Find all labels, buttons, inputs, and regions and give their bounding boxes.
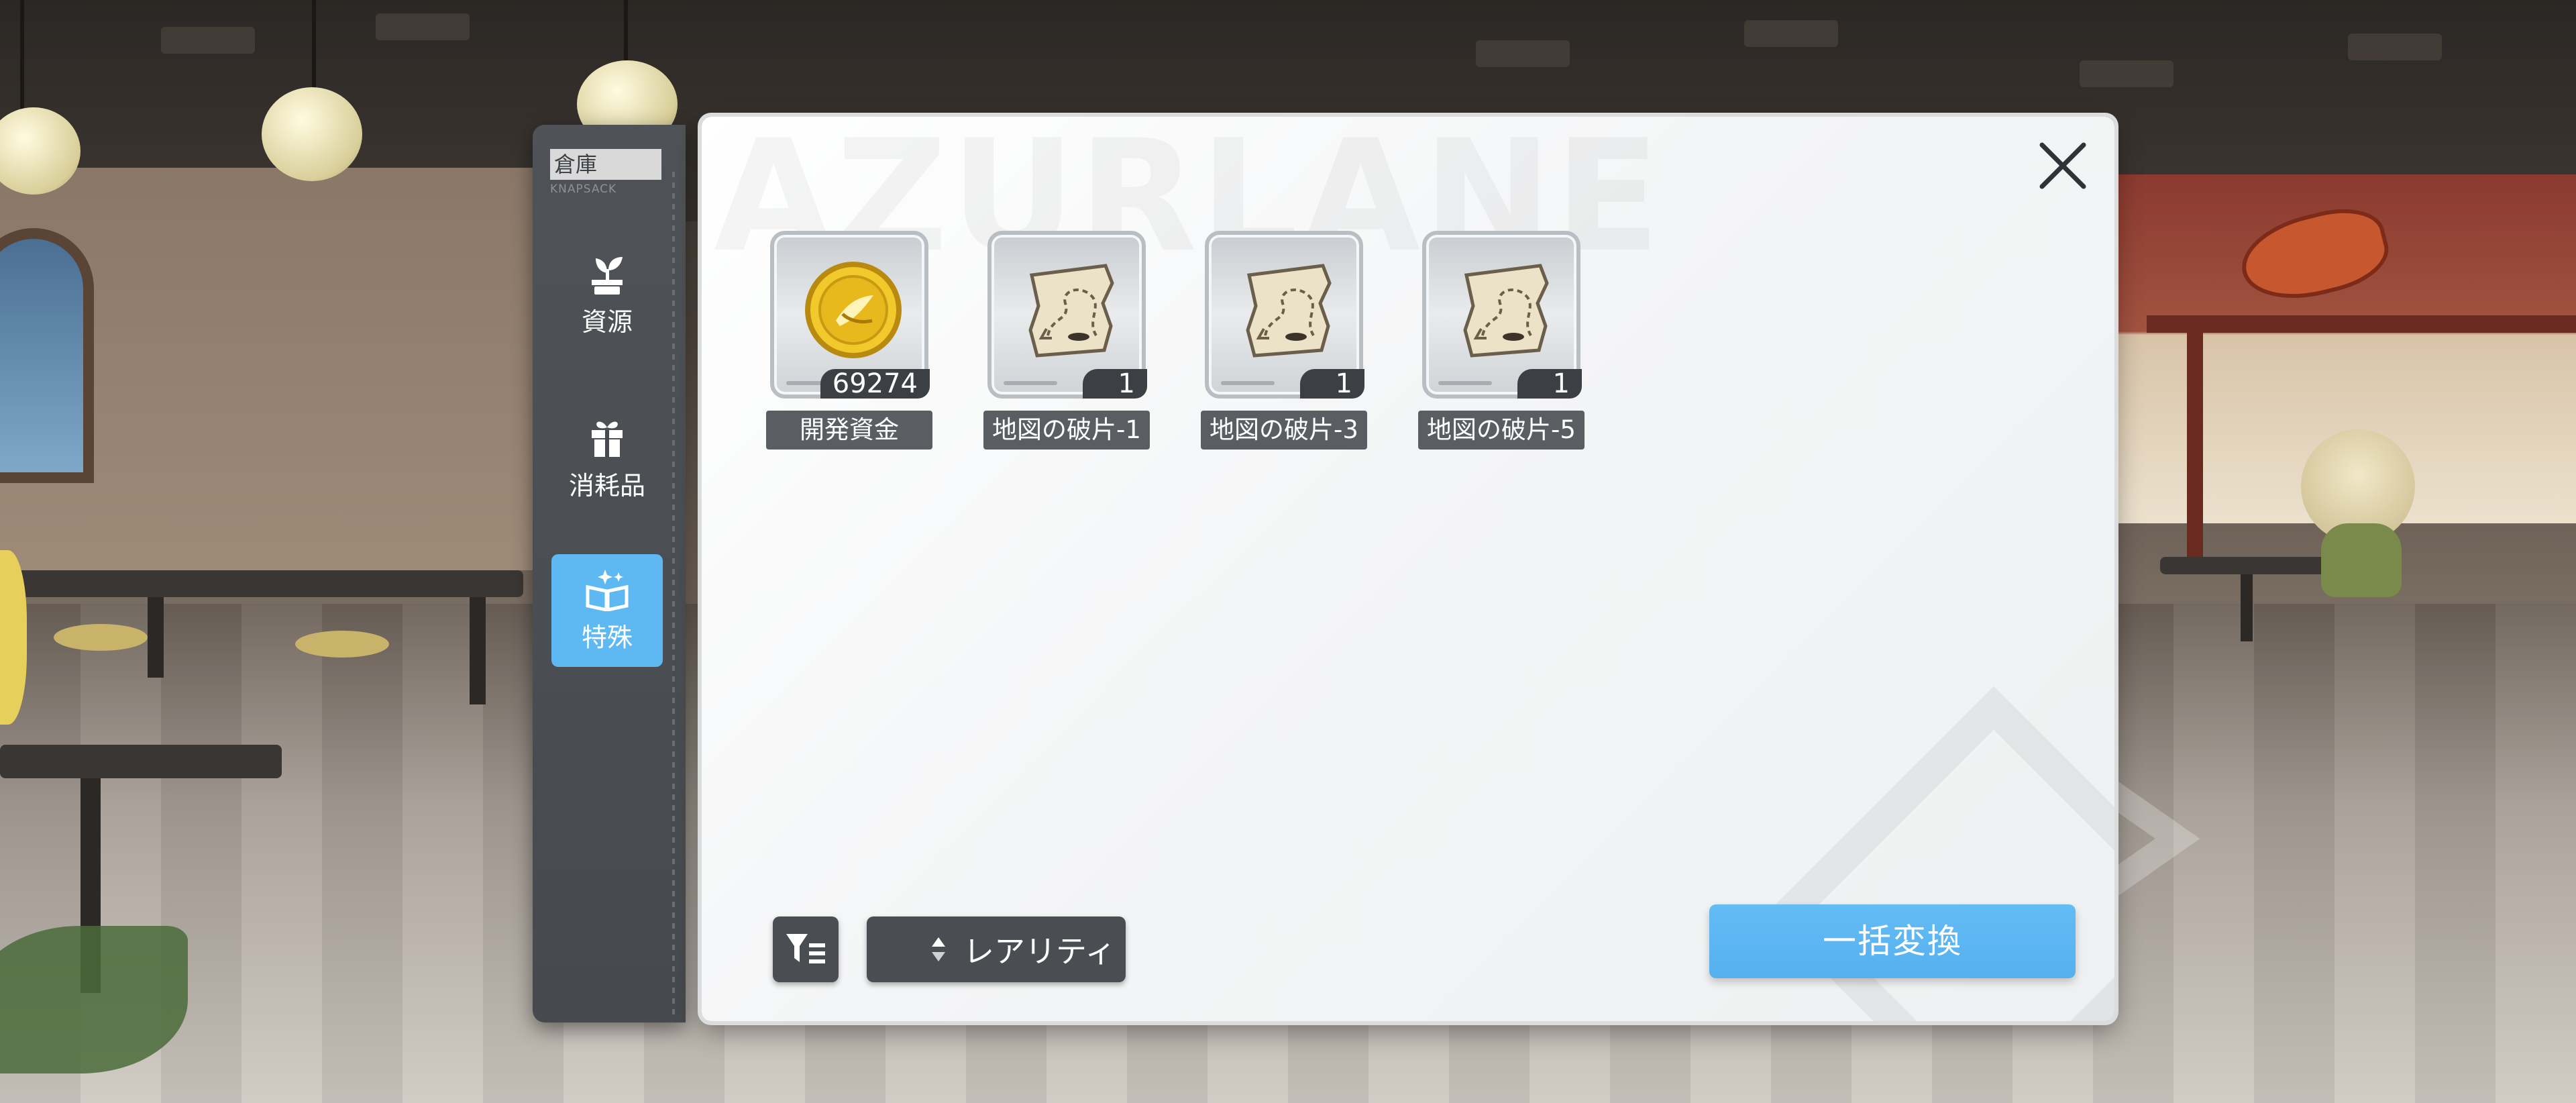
- table-leg: [470, 597, 486, 704]
- stool: [295, 631, 389, 658]
- table-leg: [148, 597, 164, 678]
- item-count: 1: [1517, 369, 1582, 399]
- arched-window: [0, 228, 94, 483]
- filter-list-icon: [786, 934, 825, 963]
- ceiling-lamp: [262, 87, 362, 181]
- item-name: 地図の破片-3: [1201, 411, 1367, 450]
- close-icon: [2039, 142, 2086, 189]
- ceiling-tile: [1744, 20, 1838, 47]
- stool: [54, 624, 148, 651]
- tab-resources[interactable]: 資源: [551, 239, 663, 352]
- chibi-character-body: [2321, 523, 2402, 597]
- map-fragment-icon: [1028, 264, 1114, 358]
- table: [13, 570, 523, 597]
- sort-updown-icon: [932, 937, 945, 961]
- sort-label: レアリティ: [963, 933, 1116, 969]
- warehouse-sidebar: 倉庫 KNAPSACK 資源 消耗品 特殊: [533, 125, 686, 1022]
- sparkle-book-icon: [586, 569, 629, 611]
- inventory-item[interactable]: 1 地図の破片-3: [1201, 231, 1367, 452]
- pillar: [2187, 333, 2203, 574]
- table-leg: [2241, 574, 2253, 641]
- frame-stripe: [1438, 381, 1492, 385]
- sprout-icon: [592, 256, 623, 295]
- gold-coin-icon: [805, 262, 902, 358]
- map-fragment-icon: [1246, 264, 1332, 358]
- inventory-item[interactable]: 69274 開発資金: [766, 231, 932, 452]
- item-name: 地図の破片-5: [1418, 411, 1585, 450]
- tab-resources-label: 資源: [581, 307, 633, 337]
- ceiling-tile: [2080, 60, 2174, 87]
- table: [0, 745, 282, 778]
- ceiling-tile: [1476, 40, 1570, 67]
- lamp-cord: [20, 0, 24, 114]
- shelf: [2147, 315, 2576, 333]
- warehouse-title: 倉庫: [550, 149, 661, 180]
- lamp-cord: [624, 0, 628, 67]
- ceiling-tile: [376, 13, 470, 40]
- item-count: 1: [1300, 369, 1364, 399]
- table: [2160, 557, 2334, 574]
- ceiling-tile: [2348, 34, 2442, 60]
- ceiling-tile: [161, 27, 255, 54]
- bulk-convert-button[interactable]: 一括変換: [1709, 904, 2076, 978]
- item-name: 開発資金: [766, 411, 932, 450]
- item-count: 1: [1083, 369, 1147, 399]
- close-button[interactable]: [2033, 136, 2093, 196]
- sort-rarity-button[interactable]: レアリティ: [867, 916, 1126, 982]
- lamp-cord: [312, 0, 316, 94]
- frame-stripe: [1221, 381, 1275, 385]
- inventory-item[interactable]: 1 地図の破片-5: [1418, 231, 1585, 452]
- tab-special[interactable]: 特殊: [551, 554, 663, 667]
- inventory-panel: AZURLANE 69274 開発資金: [702, 117, 2114, 1021]
- map-fragment-icon: [1463, 264, 1549, 358]
- filter-button[interactable]: [773, 916, 839, 982]
- warehouse-subtitle: KNAPSACK: [550, 182, 617, 196]
- tab-special-label: 特殊: [581, 622, 633, 652]
- item-name: 地図の破片-1: [983, 411, 1150, 450]
- inventory-item[interactable]: 1 地図の破片-1: [983, 231, 1150, 452]
- frame-stripe: [1004, 381, 1057, 385]
- item-count: 69274: [820, 369, 930, 399]
- tab-consumables[interactable]: 消耗品: [551, 403, 663, 515]
- gift-box-icon: [592, 421, 623, 457]
- tab-consumables-label: 消耗品: [568, 470, 645, 501]
